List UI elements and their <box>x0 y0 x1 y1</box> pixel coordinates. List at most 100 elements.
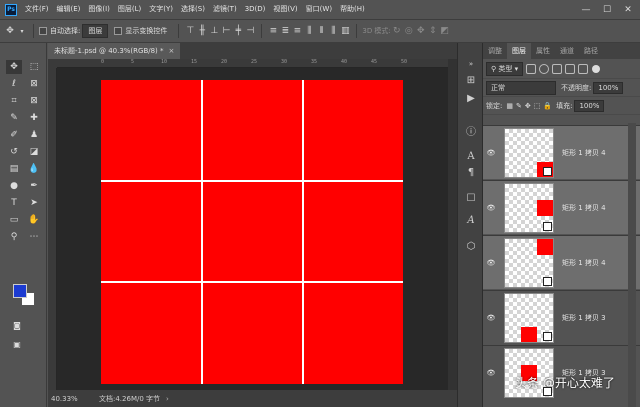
menu-window[interactable]: 窗口(W) <box>302 0 336 19</box>
eraser-tool-icon[interactable]: ◪ <box>26 145 42 159</box>
document-tab[interactable]: 未标题-1.psd @ 40.3%(RGB/8) * × <box>48 43 181 59</box>
lock-transparent-icon[interactable]: ▦ <box>506 102 513 110</box>
menu-help[interactable]: 帮助(H) <box>336 0 369 19</box>
layer-row[interactable]: 👁 矩形 1 拷贝 4 <box>483 180 640 234</box>
history-brush-tool-icon[interactable]: ↺ <box>6 145 22 159</box>
tab-layers[interactable]: 图层 <box>507 43 531 59</box>
more-tools-icon[interactable]: ⋯ <box>26 230 42 244</box>
opacity-input[interactable]: 100% <box>593 81 624 94</box>
auto-select-dropdown[interactable]: 图层 <box>82 24 109 38</box>
show-transform-checkbox[interactable] <box>114 27 123 35</box>
align-vcenter-icon[interactable]: ╫ <box>196 26 208 36</box>
filter-adjust-icon[interactable] <box>539 63 550 74</box>
clone-stamp-tool-icon[interactable]: ♟ <box>26 128 42 142</box>
pen-tool-icon[interactable]: ✒ <box>26 179 42 193</box>
distribute-top-icon[interactable]: ≡ <box>267 26 279 36</box>
zoom-tool-icon[interactable]: ⚲ <box>6 230 22 244</box>
menu-filter[interactable]: 滤镜(T) <box>209 0 241 19</box>
menu-3d[interactable]: 3D(D) <box>241 0 270 19</box>
crop-tool-icon[interactable]: ⌗ <box>6 94 22 108</box>
tab-adjustments[interactable]: 调整 <box>483 43 507 59</box>
tab-properties[interactable]: 属性 <box>531 43 555 59</box>
info-panel-icon[interactable]: ⓘ <box>463 123 479 138</box>
path-select-tool-icon[interactable]: ➤ <box>26 196 42 210</box>
eye-visibility-icon[interactable]: 👁 <box>483 314 499 322</box>
dodge-tool-icon[interactable]: ● <box>6 179 22 193</box>
layers-scrollbar[interactable] <box>628 123 636 407</box>
screen-mode-icon[interactable]: ▣ <box>9 337 25 351</box>
layer-name[interactable]: 矩形 1 拷贝 4 <box>562 203 606 213</box>
close-tab-icon[interactable]: × <box>169 47 175 55</box>
filter-pixel-icon[interactable] <box>526 63 537 74</box>
character-styles-icon[interactable]: ☐ <box>463 191 479 205</box>
distribute-hcenter-icon[interactable]: ⦀ <box>315 26 327 36</box>
menu-file[interactable]: 文件(F) <box>21 0 53 19</box>
menu-select[interactable]: 选择(S) <box>177 0 209 19</box>
maximize-button[interactable]: ☐ <box>597 0 617 19</box>
type-tool-icon[interactable]: T <box>6 196 22 210</box>
eye-visibility-icon[interactable]: 👁 <box>483 259 499 267</box>
blend-mode-dropdown[interactable]: 正常 <box>486 80 556 95</box>
filter-smart-icon[interactable] <box>578 63 589 74</box>
zoom-level[interactable]: 40.33% <box>51 395 99 403</box>
minimize-button[interactable]: — <box>576 0 596 19</box>
filter-toggle-icon[interactable] <box>592 64 601 73</box>
marquee-tool-icon[interactable]: ⬚ <box>26 60 42 74</box>
actions-play-icon[interactable]: ▶ <box>463 91 479 105</box>
align-hcenter-icon[interactable]: ╪ <box>232 26 244 36</box>
lock-pixels-icon[interactable]: ✎ <box>516 102 522 110</box>
gradient-tool-icon[interactable]: ▤ <box>6 162 22 176</box>
status-menu-chevron-icon[interactable]: › <box>166 395 169 403</box>
distribute-bottom-icon[interactable]: ≡ <box>291 26 303 36</box>
3d-rotate-icon[interactable]: ↻ <box>391 26 403 36</box>
menu-image[interactable]: 图像(I) <box>84 0 114 19</box>
menu-layer[interactable]: 图层(L) <box>114 0 145 19</box>
eyedropper-tool-icon[interactable]: ✎ <box>6 111 22 125</box>
auto-align-icon[interactable]: ▥ <box>339 26 351 36</box>
layer-row[interactable]: 👁 矩形 1 拷贝 4 <box>483 235 640 289</box>
tab-channels[interactable]: 通道 <box>555 43 579 59</box>
filter-type-icon[interactable] <box>552 63 563 74</box>
3d-panel-icon[interactable]: ⬡ <box>463 239 479 253</box>
lasso-tool-icon[interactable]: ℓ <box>6 77 22 91</box>
tab-paths[interactable]: 路径 <box>579 43 603 59</box>
3d-scale-icon[interactable]: ◩ <box>439 26 451 36</box>
eye-visibility-icon[interactable]: 👁 <box>483 369 499 377</box>
blur-tool-icon[interactable]: 💧 <box>26 162 42 176</box>
character-panel-icon[interactable]: A <box>463 149 479 163</box>
quick-select-tool-icon[interactable]: ⊠ <box>26 77 42 91</box>
align-left-icon[interactable]: ⊢ <box>220 26 232 36</box>
history-panel-icon[interactable]: ⊞ <box>463 73 479 87</box>
foreground-color-swatch[interactable] <box>13 284 27 298</box>
quick-mask-icon[interactable]: ◙ <box>9 318 25 332</box>
lock-all-icon[interactable]: 🔒 <box>543 102 552 110</box>
3d-slide-icon[interactable]: ⇕ <box>427 26 439 36</box>
lock-artboard-icon[interactable]: ⬚ <box>534 102 541 110</box>
3d-roll-icon[interactable]: ◎ <box>403 26 415 36</box>
layer-name[interactable]: 矩形 1 拷贝 3 <box>562 313 606 323</box>
glyphs-panel-icon[interactable]: A <box>463 213 479 227</box>
move-tool-icon[interactable]: ✥ <box>4 26 16 36</box>
layer-filter-dropdown[interactable]: ⚲ 类型 ▾ <box>486 61 524 76</box>
layer-row[interactable]: 👁 矩形 1 拷贝 4 <box>483 125 640 179</box>
menu-type[interactable]: 文字(Y) <box>145 0 177 19</box>
3d-pan-icon[interactable]: ✥ <box>415 26 427 36</box>
hand-tool-icon[interactable]: ✋ <box>26 213 42 227</box>
rectangle-tool-icon[interactable]: ▭ <box>6 213 22 227</box>
frame-tool-icon[interactable]: ⊠ <box>26 94 42 108</box>
document-canvas[interactable] <box>101 80 403 384</box>
filter-shape-icon[interactable] <box>565 63 576 74</box>
align-bottom-icon[interactable]: ⊥ <box>208 26 220 36</box>
eye-visibility-icon[interactable]: 👁 <box>483 149 499 157</box>
distribute-right-icon[interactable]: ⫼ <box>327 26 339 36</box>
canvas-vertical-scrollbar[interactable] <box>448 59 457 390</box>
fill-input[interactable]: 100% <box>574 99 605 112</box>
auto-select-checkbox[interactable] <box>39 27 47 35</box>
align-top-icon[interactable]: ⊤ <box>184 26 196 36</box>
close-window-button[interactable]: ✕ <box>618 0 638 19</box>
collapse-chevron-icon[interactable]: » <box>463 57 479 71</box>
menu-edit[interactable]: 编辑(E) <box>53 0 85 19</box>
paragraph-panel-icon[interactable]: ¶ <box>463 165 479 179</box>
brush-tool-icon[interactable]: ✐ <box>6 128 22 142</box>
menu-view[interactable]: 视图(V) <box>269 0 301 19</box>
